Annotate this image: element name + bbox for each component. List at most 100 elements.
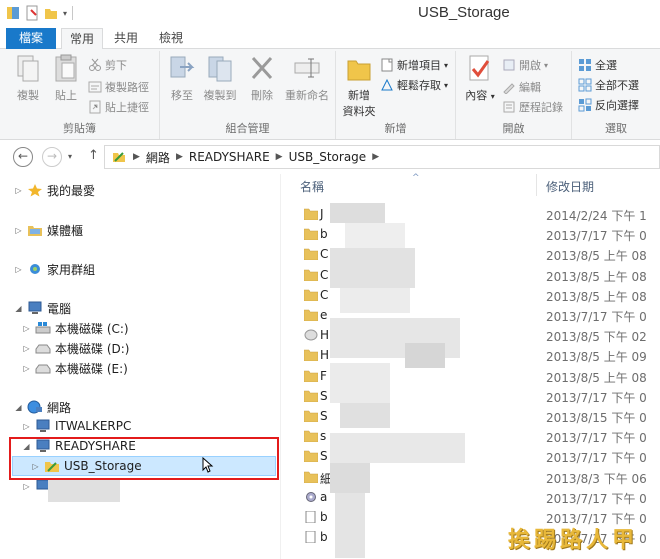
nav-label: 本機磁碟 (E:) (55, 361, 128, 376)
nav-label: ITWALKERPC (55, 419, 132, 433)
new-item-button[interactable]: 新增項目 ▾ (380, 57, 448, 73)
paste-label: 貼上 (55, 89, 77, 102)
column-divider[interactable] (536, 174, 537, 196)
folder-icon (303, 390, 319, 403)
file-icon (304, 530, 318, 544)
copy-to-button[interactable]: 複製到 (200, 53, 240, 103)
expand-arrow-icon[interactable]: ▷ (14, 186, 23, 195)
paste-shortcut-button[interactable]: 貼上捷徑 (88, 99, 149, 115)
cut-button[interactable]: 剪下 (88, 57, 127, 73)
expand-arrow-icon[interactable]: ▷ (22, 422, 31, 431)
file-date: 2013/8/15 下午 0 (546, 411, 647, 425)
nav-item-network[interactable]: ◢ 網路 (14, 397, 71, 417)
file-date: 2013/7/17 下午 0 (546, 310, 647, 324)
redacted-block (48, 478, 120, 502)
breadcrumb-network[interactable]: 網路 (146, 149, 170, 166)
customize-dropdown-icon[interactable]: ▾ (63, 9, 67, 18)
rename-button[interactable]: 重新命名 (282, 53, 332, 103)
rename-label: 重新命名 (285, 89, 329, 102)
folder-icon (303, 430, 319, 443)
ribbon-tabs: 檔案 常用 共用 檢視 (0, 28, 660, 50)
expand-arrow-icon[interactable]: ▷ (22, 364, 31, 373)
delete-button[interactable]: 刪除 (242, 53, 282, 103)
collapse-arrow-icon[interactable]: ◢ (14, 304, 23, 313)
column-header-modified[interactable]: 修改日期 (546, 178, 594, 195)
nav-item-itwalkerpc[interactable]: ▷ ITWALKERPC (22, 416, 131, 436)
expand-arrow-icon[interactable]: ▷ (22, 324, 31, 333)
tab-home[interactable]: 常用 (61, 28, 103, 50)
file-name: s (320, 429, 327, 444)
file-date: 2013/8/5 上午 08 (546, 289, 647, 304)
new-group: 新增 資料夾 新增項目 ▾ 輕鬆存取 ▾ 新增 (336, 51, 456, 139)
clipboard-group: 複製 貼上 剪下 複製路徑 貼上捷徑 剪貼簿 (0, 51, 160, 139)
nav-label: 家用群組 (47, 262, 96, 277)
select-all-button[interactable]: 全選 (578, 57, 617, 73)
paste-icon (55, 54, 77, 82)
new-group-label: 新增 (384, 122, 407, 135)
watermark-text: 挨踢路人甲 (508, 527, 639, 553)
file-date: 2013/8/5 上午 08 (546, 249, 647, 264)
nav-item-drive-c[interactable]: ▷ 本機磁碟 (C:) (22, 318, 128, 338)
network-globe-icon (27, 400, 43, 414)
new-folder-button[interactable]: 新增 資料夾 (338, 53, 380, 119)
expand-arrow-icon[interactable]: ▷ (22, 482, 31, 491)
history-button[interactable]: 歷程記錄 (502, 99, 563, 115)
hard-drive-icon (35, 341, 51, 355)
file-date: 2013/8/5 上午 08 (546, 269, 647, 284)
recent-locations-icon[interactable]: ▾ (68, 152, 72, 161)
folder-icon (303, 471, 319, 483)
tab-share[interactable]: 共用 (106, 28, 146, 49)
nav-item-computer[interactable]: ◢ 電腦 (14, 298, 71, 318)
expand-arrow-icon[interactable]: ▷ (14, 265, 23, 274)
breadcrumb-usb-storage[interactable]: USB_Storage (289, 150, 367, 164)
nav-item-drive-d[interactable]: ▷ 本機磁碟 (D:) (22, 338, 129, 358)
expand-arrow-icon[interactable]: ▷ (22, 344, 31, 353)
file-name: e (320, 308, 328, 322)
invert-selection-button[interactable]: 反向選擇 (578, 97, 639, 113)
open-button[interactable]: 開啟 ▾ (502, 57, 548, 73)
nav-item-favorites[interactable]: ▷ 我的最愛 (14, 180, 95, 200)
nav-item-homegroup[interactable]: ▷ 家用群組 (14, 259, 95, 279)
open-group: 內容 ▾ 開啟 ▾ 編輯 歷程記錄 開啟 (456, 51, 572, 139)
back-arrow-icon: ← (17, 149, 29, 163)
copy-button[interactable]: 複製 (8, 53, 48, 103)
move-to-icon (170, 56, 195, 78)
window-title: USB_Storage (418, 4, 510, 21)
move-to-button[interactable]: 移至 (162, 53, 202, 103)
nav-item-libraries[interactable]: ▷ 媒體櫃 (14, 220, 83, 240)
computer-icon (35, 419, 51, 433)
up-arrow-icon[interactable]: ↑ (88, 148, 99, 163)
new-document-icon[interactable] (25, 5, 39, 21)
open-group-label: 開啟 (502, 122, 525, 135)
properties-icon[interactable] (6, 5, 20, 21)
column-header-name[interactable]: 名稱 (300, 178, 324, 195)
new-folder-icon[interactable] (44, 5, 58, 21)
expand-arrow-icon[interactable]: ▷ (14, 226, 23, 235)
copy-label: 複製 (17, 89, 39, 102)
forward-button[interactable]: → (42, 147, 62, 167)
select-none-button[interactable]: 全部不選 (578, 77, 639, 93)
nav-item-drive-e[interactable]: ▷ 本機磁碟 (E:) (22, 358, 128, 378)
file-name: C (320, 247, 329, 262)
file-date: 2013/7/17 下午 0 (546, 390, 647, 405)
copy-path-button[interactable]: 複製路徑 (88, 79, 149, 95)
file-date: 2013/7/17 下午 0 (546, 491, 647, 506)
select-all-icon (578, 58, 592, 72)
copy-path-label: 複製路徑 (105, 81, 149, 94)
collapse-arrow-icon[interactable]: ◢ (14, 403, 23, 412)
address-bar[interactable]: ▶ 網路 ▶ READYSHARE ▶ USB_Storage ▶ (104, 145, 660, 169)
tab-file[interactable]: 檔案 (6, 28, 56, 49)
easy-access-button[interactable]: 輕鬆存取 ▾ (380, 77, 448, 93)
select-none-icon (578, 78, 592, 92)
file-date: 2013/8/5 下午 02 (546, 330, 647, 345)
file-name: H (320, 328, 330, 343)
back-button[interactable]: ← (13, 147, 33, 167)
properties-button[interactable]: 內容 ▾ (462, 53, 498, 103)
edit-button[interactable]: 編輯 (502, 79, 541, 95)
file-name: b (320, 510, 328, 524)
breadcrumb-readyshare[interactable]: READYSHARE (189, 150, 270, 164)
cut-label: 剪下 (105, 59, 127, 72)
paste-button[interactable]: 貼上 (46, 53, 86, 103)
chevron-right-icon: ▶ (275, 152, 283, 162)
tab-view[interactable]: 檢視 (151, 28, 191, 49)
